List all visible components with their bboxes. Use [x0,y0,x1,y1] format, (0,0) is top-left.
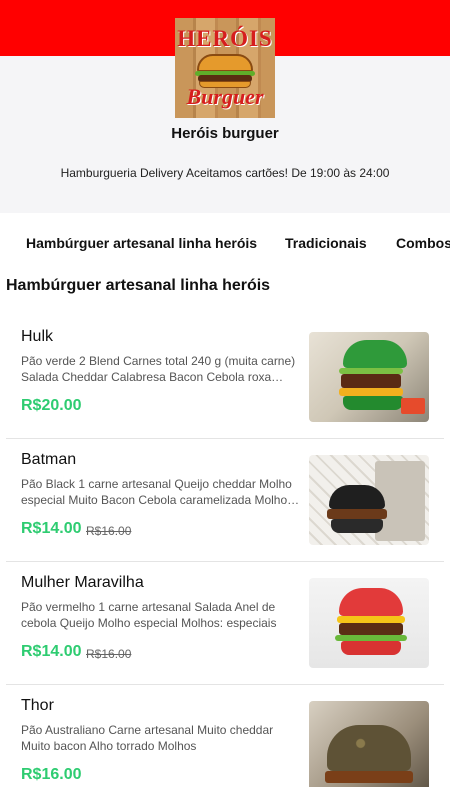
tab-hamburguer-artesanal[interactable]: Hambúrguer artesanal linha heróis [26,235,257,251]
item-description: Pão verde 2 Blend Carnes total 240 g (mu… [21,354,296,384]
menu-item-thor[interactable]: Thor Pão Australiano Carne artesanal Mui… [6,685,444,787]
store-description: Hamburgueria Delivery Aceitamos cartões!… [60,166,390,180]
store-name: Heróis burguer [171,125,279,142]
menu-item-mulher-maravilha[interactable]: Mulher Maravilha Pão vermelho 1 carne ar… [6,562,444,685]
item-price: R$14.00 [21,643,82,660]
item-price: R$16.00 [21,766,82,783]
item-photo [309,701,429,787]
item-name: Batman [21,451,77,468]
item-old-price: R$16.00 [86,647,132,661]
item-name: Thor [21,697,54,714]
item-photo [309,578,429,668]
burger-logo-icon [195,54,255,88]
item-name: Mulher Maravilha [21,574,144,591]
menu-item-hulk[interactable]: Hulk Pão verde 2 Blend Carnes total 240 … [6,316,444,439]
section-title: Hambúrguer artesanal linha heróis [6,277,271,294]
category-tabs: Hambúrguer artesanal linha heróis Tradic… [0,213,450,269]
store-logo: HERÓIS Burguer [175,18,275,118]
logo-top-text: HERÓIS [177,26,273,51]
item-price: R$20.00 [21,397,82,414]
item-photo [309,455,429,545]
tab-combos[interactable]: Combos [396,235,450,251]
item-old-price: R$16.00 [86,524,132,538]
item-price: R$14.00 [21,520,82,537]
item-description: Pão Black 1 carne artesanal Queijo chedd… [21,477,294,507]
item-photo [309,332,429,422]
menu-item-batman[interactable]: Batman Pão Black 1 carne artesanal Queij… [6,439,444,562]
tab-tradicionais[interactable]: Tradicionais [285,235,367,251]
logo-bottom-text: Burguer [186,84,264,109]
item-description: Pão Australiano Carne artesanal Muito ch… [21,723,274,753]
item-name: Hulk [21,328,54,345]
item-description: Pão vermelho 1 carne artesanal Salada An… [21,600,277,630]
